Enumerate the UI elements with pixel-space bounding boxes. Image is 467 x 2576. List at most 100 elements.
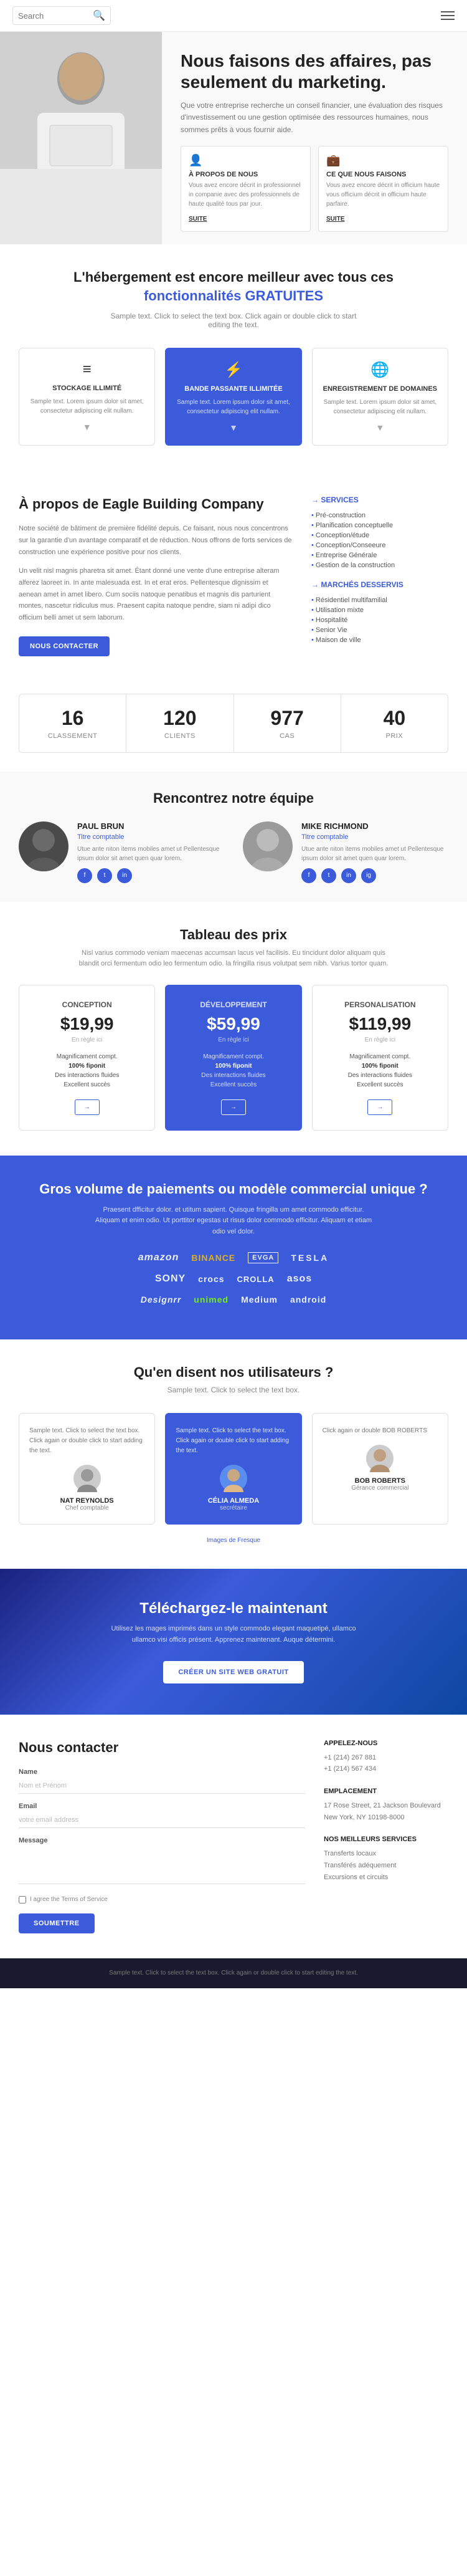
conception-price: $19,99 — [29, 1014, 144, 1034]
about-icon: 👤 — [189, 154, 303, 167]
testimonials-heading: Qu'en disent nos utilisateurs ? — [19, 1364, 448, 1381]
contact-us-button[interactable]: NOUS CONTACTER — [19, 636, 110, 656]
bob-role: Gérance commercial — [323, 1485, 438, 1491]
crocs-logo: crocs — [198, 1274, 224, 1284]
team-heading: Rencontrez notre équipe — [19, 790, 448, 807]
conception-button[interactable]: → — [75, 1099, 100, 1115]
services-title: → SERVICES — [311, 496, 448, 504]
pricing-personalisation: PERSONALISATION $119,99 En règle ici Mag… — [312, 985, 448, 1131]
about-card-link[interactable]: SUITE — [189, 216, 207, 223]
bandwidth-title: BANDE PASSANTE ILLIMITÉE — [176, 385, 291, 393]
crolla-logo: CROLLA — [237, 1275, 275, 1284]
stat-cas-label: CAS — [240, 732, 334, 740]
features-description: Sample text. Click to select the text bo… — [109, 312, 358, 329]
markets-title: → MARCHÉS DESSERVIS — [311, 580, 448, 589]
team-member-mike: MIKE RICHMOND Titre comptable Utue ante … — [243, 821, 448, 883]
service-info-1: Transferts locaux — [324, 1848, 448, 1860]
developpement-period: En règle ici — [176, 1037, 291, 1043]
team-section: Rencontrez notre équipe PAUL BRUN Titre … — [0, 772, 467, 902]
list-item: Hospitalité — [311, 615, 448, 625]
feature-domains: 🌐 ENREGISTREMENT DE DOMAINES Sample text… — [312, 348, 448, 446]
services-list: Pré-construction Planification conceptue… — [311, 510, 448, 570]
about-para2: Un velit nisl magnis pharetra sit amet. … — [19, 565, 293, 623]
personalisation-button[interactable]: → — [367, 1099, 392, 1115]
email-input[interactable] — [19, 1812, 305, 1828]
phone1: +1 (214) 267 881 — [324, 1752, 448, 1764]
developpement-button[interactable]: → — [221, 1099, 246, 1115]
footer: Sample text. Click to select the text bo… — [0, 1958, 467, 1988]
features-heading: L'hébergement est encore meilleur avec t… — [19, 269, 448, 285]
developpement-price: $59,99 — [176, 1014, 291, 1034]
bandwidth-text: Sample text. Lorem ipsum dolor sit amet,… — [176, 398, 291, 416]
download-button[interactable]: CRÉER UN SITE WEB GRATUIT — [163, 1661, 303, 1683]
paul-role: Titre comptable — [77, 833, 224, 841]
stat-cas-number: 977 — [240, 707, 334, 730]
submit-button[interactable]: SOUMETTRE — [19, 1913, 95, 1933]
search-icon: 🔍 — [93, 9, 105, 22]
call-us-block: APPELEZ-NOUS +1 (214) 267 881 +1 (214) 5… — [324, 1740, 448, 1775]
name-input[interactable] — [19, 1778, 305, 1794]
search-bar[interactable]: 🔍 — [12, 6, 111, 25]
storage-title: STOCKAGE ILLIMITÉ — [29, 385, 144, 392]
images-link[interactable]: Images de Fresque — [19, 1537, 448, 1544]
domains-text: Sample text. Lorem ipsum dolor sit amet,… — [323, 398, 438, 416]
pricing-developpement: DÉVELOPPEMENT $59,99 En règle ici Magnif… — [165, 985, 301, 1131]
conception-feature2: 100% fiponit — [29, 1063, 144, 1070]
about-card-title: À PROPOS DE NOUS — [189, 171, 303, 178]
binance-logo: BINANCE — [191, 1253, 235, 1263]
stat-cas: 977 CAS — [234, 694, 341, 752]
mike-social: f t in ig — [301, 868, 448, 883]
hero-image — [0, 32, 162, 244]
celia-text: Sample text. Click to select the text bo… — [176, 1426, 291, 1456]
list-item: Conception/étude — [311, 530, 448, 540]
pricing-section: Tableau des prix Nisl varius commodo ven… — [0, 902, 467, 1156]
terms-checkbox-input[interactable] — [19, 1896, 26, 1903]
domains-icon: 🌐 — [323, 361, 438, 379]
conception-feature3: Des interactions fluides — [29, 1072, 144, 1079]
about-card-text: Vous avez encore décrit in professionnel… — [189, 181, 303, 209]
testimonials-row: Sample text. Click to select the text bo… — [19, 1413, 448, 1525]
list-item: Entreprise Générale — [311, 550, 448, 560]
list-item: Senior Vie — [311, 625, 448, 635]
list-item: Gestion de la construction — [311, 560, 448, 570]
amazon-logo: amazon — [138, 1252, 179, 1263]
celia-avatar — [220, 1465, 247, 1492]
storage-chevron: ▼ — [29, 422, 144, 432]
personalisation-feature3: Des interactions fluides — [323, 1072, 438, 1079]
contact-form: Nous contacter Name Email Message I agre… — [19, 1740, 305, 1933]
contact-heading: Nous contacter — [19, 1740, 305, 1756]
paul-twitter-icon[interactable]: t — [97, 868, 112, 883]
mike-instagram-icon[interactable]: ig — [361, 868, 376, 883]
menu-button[interactable] — [441, 11, 455, 20]
hero-cards: 👤 À PROPOS DE NOUS Vous avez encore décr… — [181, 146, 448, 232]
mike-twitter-icon[interactable]: t — [321, 868, 336, 883]
stat-prix-label: PRIX — [347, 732, 441, 740]
download-section: Téléchargez-le maintenant Utilisez les m… — [0, 1569, 467, 1714]
paul-facebook-icon[interactable]: f — [77, 868, 92, 883]
asos-logo: asos — [287, 1273, 312, 1285]
search-input[interactable] — [18, 11, 93, 21]
personalisation-plan: PERSONALISATION — [323, 1000, 438, 1009]
hero-card-services: 💼 CE QUE NOUS FAISONS Vous avez encore d… — [318, 146, 448, 232]
message-input[interactable] — [19, 1847, 305, 1884]
markets-list: Résidentiel multifamilial Utilisation mi… — [311, 595, 448, 645]
medium-logo: Medium — [241, 1295, 278, 1305]
stat-classement: 16 CLASSEMENT — [19, 694, 126, 752]
mike-linkedin-icon[interactable]: in — [341, 868, 356, 883]
developpement-feature4: Excellent succès — [176, 1081, 291, 1088]
name-label: Name — [19, 1768, 305, 1776]
paul-info: PAUL BRUN Titre comptable Utue ante nito… — [77, 821, 224, 883]
services-card-link[interactable]: SUITE — [326, 216, 344, 223]
pricing-conception: CONCEPTION $19,99 En règle ici Magnifica… — [19, 985, 155, 1131]
service-info-3: Excursions et circuits — [324, 1872, 448, 1884]
contact-section: Nous contacter Name Email Message I agre… — [0, 1715, 467, 1958]
paul-linkedin-icon[interactable]: in — [117, 868, 132, 883]
domains-title: ENREGISTREMENT DE DOMAINES — [323, 385, 438, 393]
brands-row-2: SONY crocs CROLLA asos — [19, 1273, 448, 1285]
list-item: Utilisation mixte — [311, 605, 448, 615]
services-card-title: CE QUE NOUS FAISONS — [326, 171, 440, 178]
list-item: Conception/Conseeure — [311, 540, 448, 550]
pricing-heading: Tableau des prix — [19, 927, 448, 943]
mike-facebook-icon[interactable]: f — [301, 868, 316, 883]
feature-bandwidth: ⚡ BANDE PASSANTE ILLIMITÉE Sample text. … — [165, 348, 301, 446]
